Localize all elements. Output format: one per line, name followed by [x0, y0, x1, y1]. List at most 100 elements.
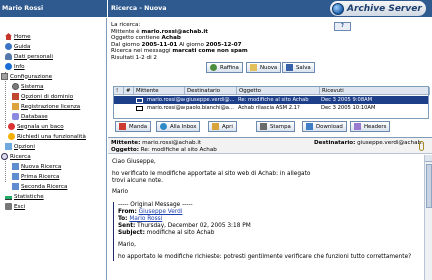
column-number[interactable]: #: [124, 87, 134, 95]
subject-value: Re: modifiche al sito Achab: [140, 147, 217, 153]
sidebar-item-registrazione-licenza[interactable]: Registrazione licenza: [12, 102, 80, 111]
attachment-paperclip-icon[interactable]: [419, 141, 424, 151]
table-row[interactable]: mario.rossi@achab.it paolo.bianchi@a... …: [114, 104, 428, 112]
scroll-up-arrow-icon[interactable]: [425, 155, 432, 162]
sidebar-item-configurazione[interactable]: Configurazione: [1, 72, 52, 81]
table-row[interactable]: mario.rossi@achab.it giuseppe.verdi@... …: [114, 96, 428, 104]
send-button[interactable]: Manda: [115, 121, 152, 132]
sidebar-item-sistema[interactable]: Sistema: [12, 82, 44, 91]
message-header: Mittente: mario.rossi@achab.it Destinata…: [108, 137, 432, 154]
page-title: Ricerca - Nuova: [111, 5, 167, 12]
button-label: Apri: [222, 123, 233, 130]
sidebar-item-database[interactable]: Database: [12, 112, 48, 121]
open-button[interactable]: Apri: [208, 121, 237, 132]
button-label: Salva: [296, 64, 311, 71]
request-icon: [8, 133, 15, 140]
column-recipient[interactable]: Destinatario: [185, 87, 237, 95]
original-from: From: Giuseppe Verdi: [118, 209, 424, 216]
sidebar-item-label: Guida: [14, 43, 31, 50]
cell-received: Dec 3 2005 9:08AM: [321, 97, 373, 103]
column-received[interactable]: Ricevuti: [320, 87, 430, 95]
to-inbox-button[interactable]: Alla Inbox: [156, 121, 201, 132]
domain-icon: [12, 93, 19, 100]
criteria-value: marcati come non spam: [172, 48, 248, 55]
orig-from-link[interactable]: Giuseppe Verdi: [139, 209, 183, 215]
sidebar-item-opzioni-dominio[interactable]: Opzioni di dominio: [12, 92, 73, 101]
sidebar-item-label: Seconda Ricerca: [21, 183, 68, 190]
help-button[interactable]: ?: [334, 22, 351, 31]
sidebar-item-opzioni[interactable]: Opzioni: [5, 142, 35, 151]
sidebar-item-ricerca[interactable]: Ricerca: [1, 152, 31, 161]
message-body: Ciao Giuseppe, ho verificato le modifich…: [108, 155, 424, 280]
message-subject: Oggetto: Re: modifiche al sito Achab: [111, 147, 217, 153]
new-search-button[interactable]: Nuova: [246, 62, 282, 73]
refine-button[interactable]: Raffina: [206, 62, 243, 73]
criteria-value: Achab: [161, 35, 181, 42]
sidebar-item-richiedi-funzionalita[interactable]: Richiedi una funzionalità: [8, 132, 86, 141]
search-criteria: La ricerca: Mittente è mario.rossi@achab…: [111, 22, 248, 62]
bug-icon: [8, 123, 15, 130]
results-count: Risultati 1-2 di 2: [111, 54, 157, 61]
message-text-1: ho verificato le modifiche apportate al …: [112, 170, 311, 177]
sidebar-item-esci[interactable]: Esci: [5, 202, 25, 211]
home-icon: [5, 33, 12, 40]
new-icon: [250, 64, 257, 71]
headers-button[interactable]: Headers: [350, 121, 391, 132]
envelope-icon: [136, 106, 143, 111]
button-label: Manda: [129, 123, 148, 130]
sidebar-item-label: Esci: [14, 203, 26, 210]
column-subject[interactable]: Oggetto: [237, 87, 320, 95]
message-greeting: Ciao Giuseppe,: [112, 159, 156, 165]
sidebar-item-segnala-baco[interactable]: Segnala un baco: [8, 122, 64, 131]
button-label: Alla Inbox: [170, 123, 197, 130]
system-icon: [12, 83, 19, 90]
cell-sender: mario.rossi@achab.it: [147, 105, 185, 111]
sidebar-item-label: Dati personali: [14, 53, 53, 60]
sidebar-item-label: Richiedi una funzionalità: [17, 133, 86, 140]
sidebar-item-label: Info: [14, 63, 25, 70]
sidebar-item-info[interactable]: Info: [5, 62, 25, 71]
button-label: Nuova: [260, 64, 278, 71]
cell-subject: Re: modifiche al sito Achab: [238, 97, 309, 103]
scroll-thumb[interactable]: [426, 164, 432, 208]
help-icon: [5, 43, 12, 50]
print-icon: [260, 123, 267, 130]
inbox-icon: [160, 123, 167, 130]
column-sender[interactable]: Mittente: [134, 87, 185, 95]
user-name: Mario Rossi: [2, 5, 44, 12]
download-icon: [306, 123, 313, 130]
original-to: To: Mario Rossi: [118, 216, 424, 223]
sidebar-item-dati-personali[interactable]: Dati personali: [5, 52, 53, 61]
user-title-bar: Mario Rossi: [0, 0, 107, 17]
message-signature: Mario: [112, 189, 129, 195]
first-search-icon: [12, 173, 19, 180]
save-search-button[interactable]: Salva: [282, 62, 315, 73]
subject-label: Oggetto:: [111, 147, 139, 153]
sidebar-item-home[interactable]: Home: [5, 32, 31, 41]
button-label: Headers: [364, 123, 387, 130]
button-label: Download: [316, 123, 343, 130]
cell-received: Dec 3 2005 10:10AM: [321, 105, 376, 111]
message-text-2: trovi alcune note.: [112, 177, 163, 184]
sidebar-item-seconda-ricerca[interactable]: Seconda Ricerca: [12, 182, 67, 191]
sidebar: Home Guida Dati personali Info Configura…: [0, 18, 107, 280]
orig-to-label: To:: [118, 216, 128, 222]
orig-to-link[interactable]: Mario Rossi: [129, 216, 162, 222]
sidebar-item-statistiche[interactable]: Statistiche: [5, 192, 44, 201]
message-scrollbar[interactable]: [424, 155, 432, 280]
column-flag[interactable]: !: [114, 87, 124, 95]
brand-name: Archive Server: [347, 3, 422, 14]
sidebar-item-guida[interactable]: Guida: [5, 42, 30, 51]
envelope-icon: [136, 98, 143, 103]
quoted-message: ----- Original Message ----- From: Giuse…: [113, 202, 424, 261]
sidebar-item-label: Sistema: [21, 83, 44, 90]
exit-icon: [5, 203, 12, 210]
sidebar-item-prima-ricerca[interactable]: Prima Ricerca: [12, 172, 59, 181]
search-icon: [1, 153, 8, 160]
download-button[interactable]: Download: [302, 121, 347, 132]
print-button[interactable]: Stampa: [256, 121, 295, 132]
sidebar-item-label: Ricerca: [10, 153, 31, 160]
orig-sent-label: Sent:: [118, 223, 136, 229]
criteria-label: Oggetto contiene: [111, 35, 162, 42]
sidebar-item-nuova-ricerca[interactable]: Nuova Ricerca: [12, 162, 61, 171]
